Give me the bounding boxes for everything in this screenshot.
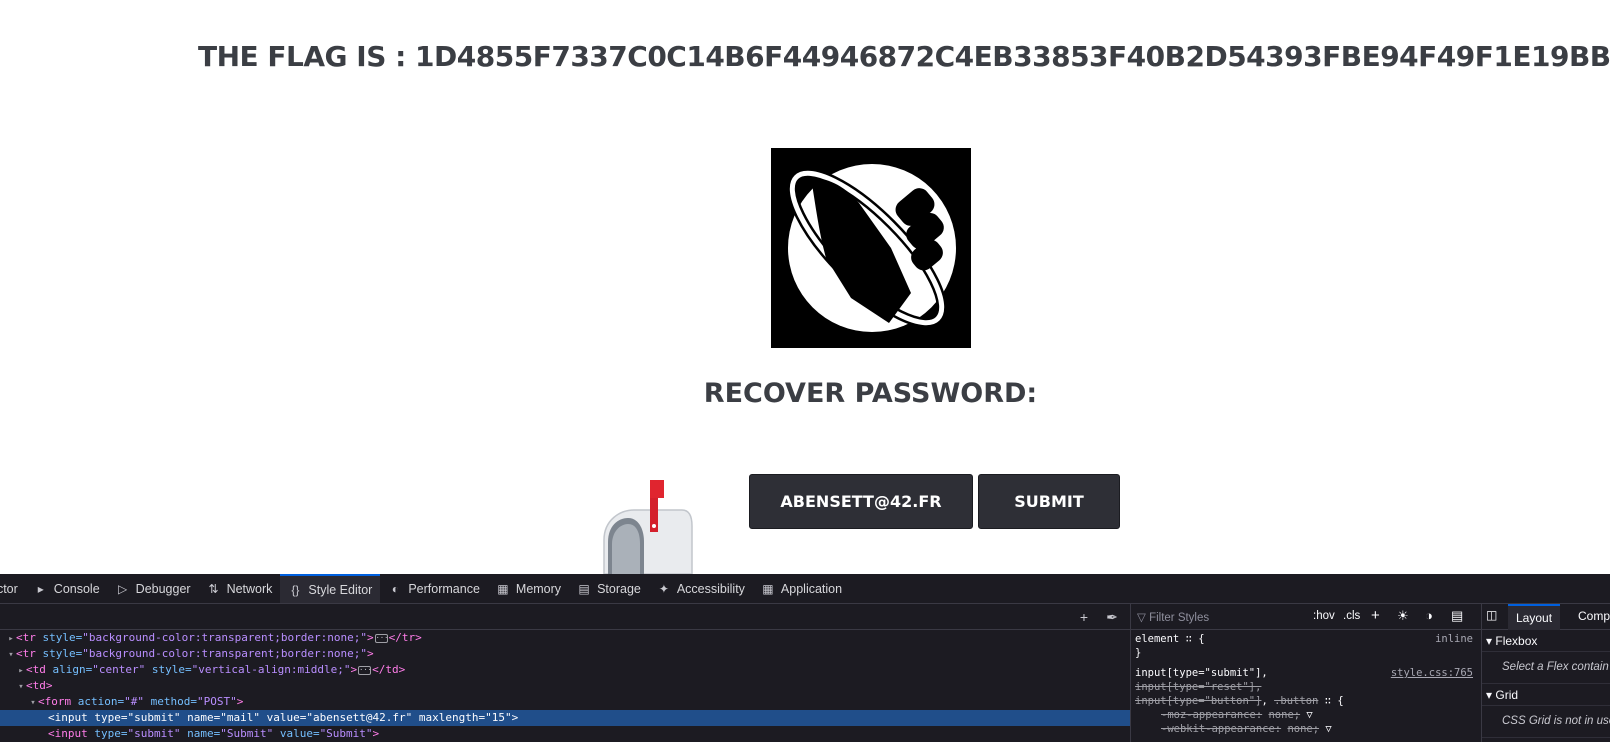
rules-view: ▽ Filter Styles :hov .cls + ☀ ◑ ▤ elemen… xyxy=(1131,604,1481,742)
rule-selector: input[type="submit"], style.css:765 xyxy=(1135,666,1473,680)
rule-brace: } xyxy=(1135,647,1142,659)
tab-style-editor[interactable]: {} Style Editor xyxy=(280,574,381,603)
tab-network[interactable]: ⇅ Network xyxy=(199,574,281,603)
rule-declaration[interactable]: -webkit-appearance: none; ▽ xyxy=(1135,722,1477,736)
grid-label: Grid xyxy=(1495,688,1519,702)
cls-toggle[interactable]: .cls xyxy=(1343,610,1360,622)
flexbox-label: Flexbox xyxy=(1495,634,1538,648)
sidebar-tabs: ◫ Layout Comp xyxy=(1482,604,1610,630)
hov-toggle[interactable]: :hov xyxy=(1313,610,1335,622)
devtools-panel: ector ▸ Console ▷ Debugger ⇅ Network {} Styl… xyxy=(0,574,1610,742)
accessibility-icon: ✦ xyxy=(658,581,669,596)
application-icon: ▦ xyxy=(762,581,774,596)
debugger-icon: ▷ xyxy=(118,581,128,596)
markup-row[interactable]: ▾ <form action="#" method="POST"> xyxy=(0,694,1130,710)
tab-performance[interactable]: ◐ Performance xyxy=(380,574,488,603)
submit-button[interactable]: SUBMIT xyxy=(978,474,1120,529)
browser-window: THE FLAG IS : 1D4855F7337C0C14B6F4494687… xyxy=(0,0,1610,742)
web-page: THE FLAG IS : 1D4855F7337C0C14B6F4494687… xyxy=(0,0,1610,574)
toggle-sidebar-icon[interactable]: ◫ xyxy=(1486,608,1497,622)
grid-message: CSS Grid is not in use xyxy=(1482,706,1610,738)
selector-grid-icon: ∷ xyxy=(1324,695,1332,707)
tab-application-label: Application xyxy=(780,581,843,596)
chevron-down-icon: ▾ xyxy=(1486,634,1493,648)
light-mode-icon[interactable]: ☀ xyxy=(1397,608,1409,624)
markup-tree: ▸ <tr style="background-color:transparent… xyxy=(0,630,1130,742)
storage-icon: ▤ xyxy=(578,581,590,596)
tab-network-label: Network xyxy=(226,581,273,596)
chevron-down-icon: ▾ xyxy=(1486,688,1493,702)
layout-sidebar: ◫ Layout Comp ▾ Flexbox Select a Flex co… xyxy=(1482,604,1610,742)
add-node-icon[interactable]: + xyxy=(1076,609,1092,625)
tab-inspector[interactable]: ector xyxy=(0,574,26,603)
tab-debugger-label: Debugger xyxy=(135,581,191,596)
markup-row[interactable]: <input type="submit" name="Submit" value… xyxy=(0,726,1130,742)
rule-selector: input[type="button"], .button ∷ { xyxy=(1135,695,1344,707)
collapsed-ellipsis-icon[interactable]: ··· xyxy=(374,633,388,643)
filter-property-icon[interactable]: ▽ xyxy=(1325,723,1331,735)
style-editor-icon: {} xyxy=(291,582,300,597)
tab-style-editor-label: Style Editor xyxy=(308,582,373,597)
rule-declaration[interactable]: -moz-appearance: none; ▽ xyxy=(1135,708,1477,722)
filter-styles-input[interactable]: ▽ Filter Styles xyxy=(1137,610,1209,624)
tab-storage[interactable]: ▤ Storage xyxy=(569,574,649,603)
flexbox-message: Select a Flex contain xyxy=(1482,652,1610,684)
tab-accessibility-label: Accessibility xyxy=(676,581,745,596)
tab-console-label: Console xyxy=(53,581,100,596)
markup-row[interactable]: ▸ <tr style="background-color:transparent… xyxy=(0,630,1130,646)
stylesheet-link[interactable]: style.css:765 xyxy=(1391,666,1473,680)
filter-property-icon[interactable]: ▽ xyxy=(1306,709,1312,721)
rule-selector: input[type="reset"], xyxy=(1135,681,1262,693)
tab-memory-label: Memory xyxy=(515,581,562,596)
eyedropper-icon[interactable]: ✒ xyxy=(1104,609,1120,625)
filter-icon: ▽ xyxy=(1137,612,1146,624)
tab-debugger[interactable]: ▷ Debugger xyxy=(108,574,199,603)
tab-memory[interactable]: ▦ Memory xyxy=(488,574,569,603)
mail-submit-button[interactable]: ABENSETT@42.FR xyxy=(749,474,973,529)
filter-placeholder: Filter Styles xyxy=(1149,612,1210,624)
tab-inspector-label: ector xyxy=(0,581,18,596)
recover-password-heading: RECOVER PASSWORD: xyxy=(703,378,1038,409)
tab-performance-label: Performance xyxy=(408,581,480,596)
tab-application[interactable]: ▦ Application xyxy=(753,574,850,603)
markup-row-selected[interactable]: <input type="submit" name="mail" value="… xyxy=(0,710,1130,726)
thumbs-up-planet-logo xyxy=(771,148,971,348)
style-rules: element ∷ {inline } input[type="submit"]… xyxy=(1131,630,1481,738)
add-rule-icon[interactable]: + xyxy=(1371,607,1380,624)
markup-row[interactable]: ▾ <tr style="background-color:transparent… xyxy=(0,646,1130,662)
network-icon: ⇅ xyxy=(208,581,219,596)
rules-toolbar: ▽ Filter Styles :hov .cls + ☀ ◑ ▤ xyxy=(1131,604,1481,630)
print-media-icon[interactable]: ▤ xyxy=(1451,608,1463,624)
console-icon: ▸ xyxy=(37,581,44,596)
flexbox-section-header[interactable]: ▾ Flexbox xyxy=(1482,630,1610,652)
rule-selector: element ∷ {inline xyxy=(1135,633,1473,645)
markup-view: + ✒ ▸ <tr style="background-color:transpa… xyxy=(0,604,1130,742)
markup-row[interactable]: ▸ <td align="center" style="vertical-alig… xyxy=(0,662,1130,678)
grid-section-header[interactable]: ▾ Grid xyxy=(1482,684,1610,706)
tab-storage-label: Storage xyxy=(597,581,641,596)
devtools-tab-bar: ector ▸ Console ▷ Debugger ⇅ Network {} Styl… xyxy=(0,574,1610,604)
contrast-icon[interactable]: ◑ xyxy=(1425,608,1433,623)
performance-icon: ◐ xyxy=(391,581,399,596)
inline-source: inline xyxy=(1435,633,1473,645)
tab-layout[interactable]: Layout xyxy=(1508,604,1561,630)
tab-accessibility[interactable]: ✦ Accessibility xyxy=(649,574,753,603)
markup-row[interactable]: ▾ <td> xyxy=(0,678,1130,694)
memory-icon: ▦ xyxy=(497,581,509,596)
tab-computed[interactable]: Comp xyxy=(1578,609,1610,623)
element-grid-icon: ∷ xyxy=(1185,633,1192,645)
flag-heading: THE FLAG IS : 1D4855F7337C0C14B6F4494687… xyxy=(198,40,1610,73)
planet-thumb-icon xyxy=(771,148,971,348)
mailbox-icon xyxy=(598,478,694,574)
tab-console[interactable]: ▸ Console xyxy=(26,574,108,603)
collapsed-ellipsis-icon[interactable]: ··· xyxy=(358,665,372,675)
markup-toolbar: + ✒ xyxy=(0,604,1130,630)
